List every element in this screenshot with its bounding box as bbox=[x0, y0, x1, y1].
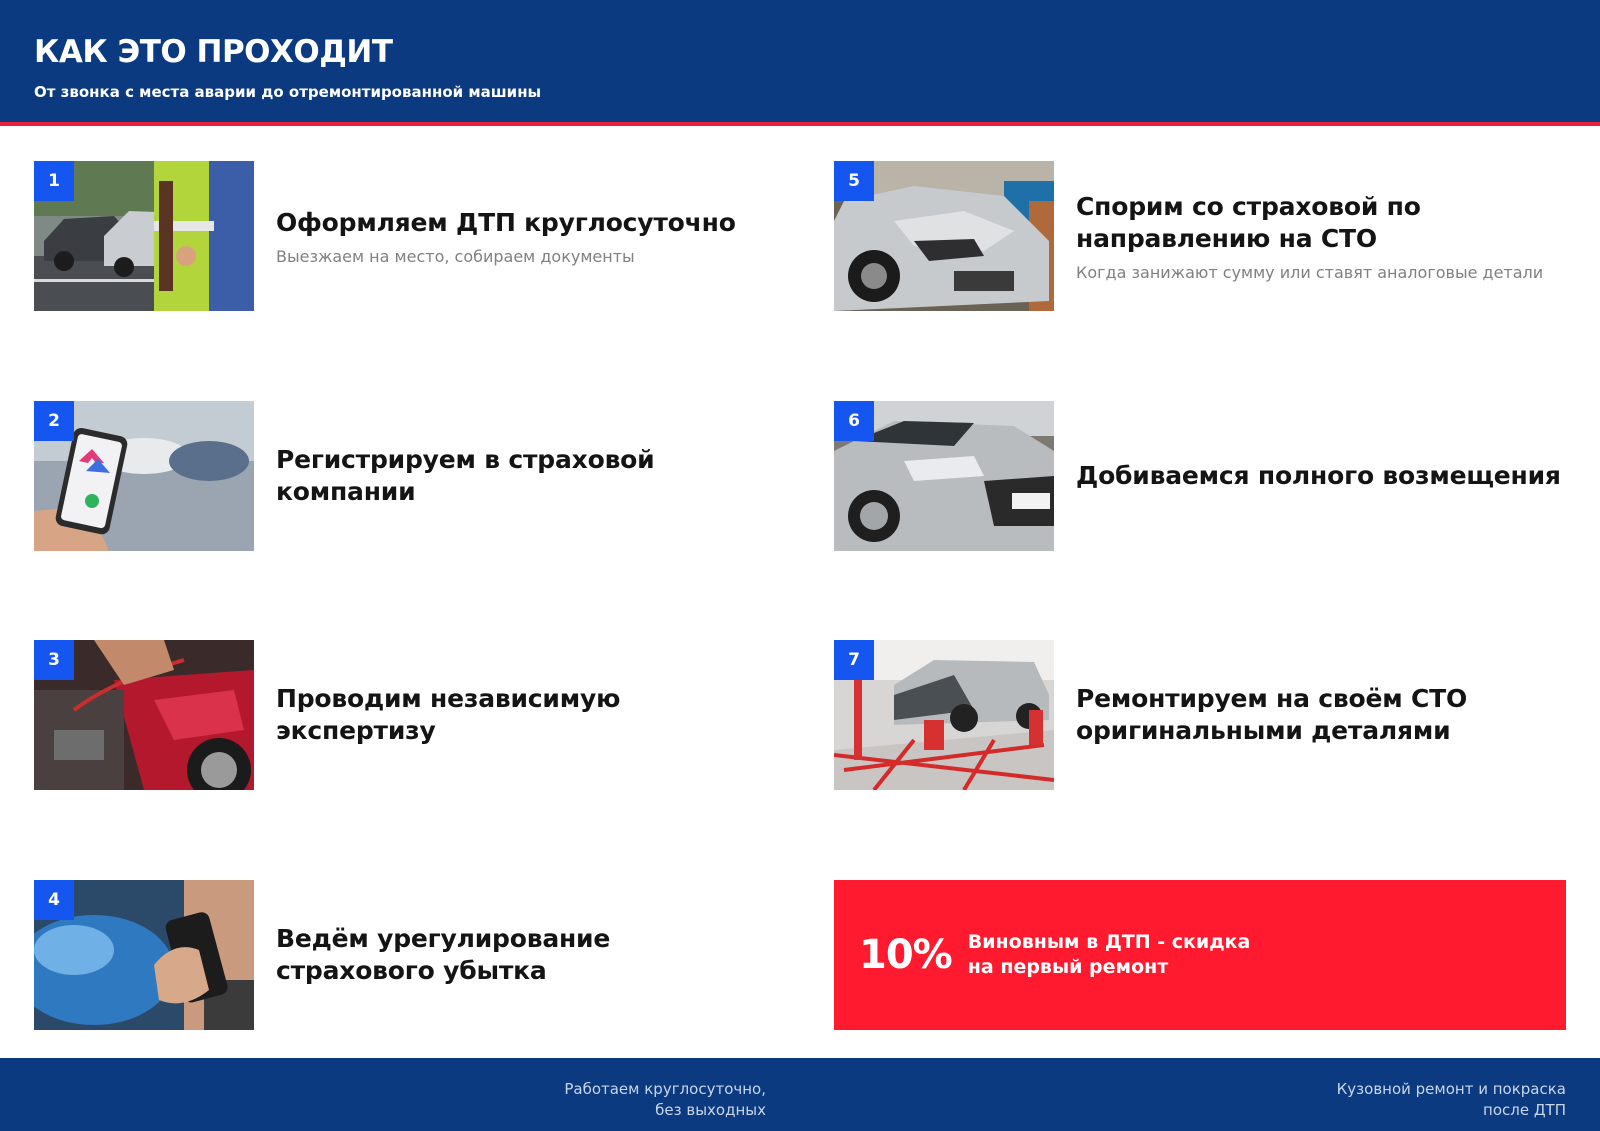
step-5-card: 5 Спорим со страховой по направлению на … bbox=[834, 161, 1574, 311]
step-number-badge: 4 bbox=[34, 880, 74, 920]
step-title: Регистрируем в страховой компании bbox=[276, 445, 655, 506]
footer-hours-note: Работаем круглосуточно, без выходных bbox=[564, 1079, 766, 1121]
footer-services-note: Кузовной ремонт и покраска после ДТП bbox=[1337, 1079, 1566, 1121]
step-6-card: 6 Добиваемся полного возмещения bbox=[834, 401, 1574, 551]
page-header: КАК ЭТО ПРОХОДИТ От звонка с места авари… bbox=[0, 0, 1600, 126]
step-number-badge: 1 bbox=[34, 161, 74, 201]
step-title: Добиваемся полного возмещения bbox=[1076, 461, 1561, 490]
step-1-card: 1 Оформляем ДТП круглосуточно Выезжаем н… bbox=[34, 161, 774, 311]
promo-text-line-2: на первый ремонт bbox=[967, 956, 1169, 978]
step-number-badge: 2 bbox=[34, 401, 74, 441]
step-number-badge: 3 bbox=[34, 640, 74, 680]
footer-hours-line-2: без выходных bbox=[655, 1101, 766, 1119]
page-title: КАК ЭТО ПРОХОДИТ bbox=[34, 34, 393, 70]
page-subtitle: От звонка с места аварии до отремонтиров… bbox=[34, 83, 542, 101]
step-title: Проводим независимую экспертизу bbox=[276, 684, 621, 745]
step-number-badge: 5 bbox=[834, 161, 874, 201]
step-2-card: 2 Регистрируем в страховой компании bbox=[34, 401, 774, 551]
step-4-card: 4 Ведём урегулирование страхового убытка bbox=[34, 880, 774, 1030]
step-title: Ремонтируем на своём СТО оригинальными д… bbox=[1076, 684, 1468, 745]
footer-services-line-1: Кузовной ремонт и покраска bbox=[1336, 1080, 1566, 1098]
discount-promo-banner[interactable]: 10% Виновным в ДТП - скидка на первый ре… bbox=[834, 880, 1566, 1030]
step-description: Когда занижают сумму или ставят аналогов… bbox=[1076, 262, 1544, 282]
page-footer: Работаем круглосуточно, без выходных Куз… bbox=[0, 1058, 1600, 1131]
step-title: Спорим со страховой по направлению на СТ… bbox=[1076, 191, 1421, 253]
step-3-card: 3 Проводим независимую экспертизу bbox=[34, 640, 774, 790]
discount-percent: 10% bbox=[859, 932, 953, 978]
footer-services-line-2: после ДТП bbox=[1483, 1101, 1566, 1119]
step-title: Ведём урегулирование страхового убытка bbox=[276, 924, 611, 985]
step-description: Выезжаем на место, собираем документы bbox=[276, 246, 635, 266]
footer-hours-line-1: Работаем круглосуточно, bbox=[564, 1080, 766, 1098]
step-number-badge: 7 bbox=[834, 640, 874, 680]
step-title: Оформляем ДТП круглосуточно bbox=[276, 207, 736, 237]
promo-text-line-1: Виновным в ДТП - скидка bbox=[967, 931, 1251, 953]
step-number-badge: 6 bbox=[834, 401, 874, 441]
step-7-card: 7 Ремонтируем на своём СТО оригинальными… bbox=[834, 640, 1574, 790]
